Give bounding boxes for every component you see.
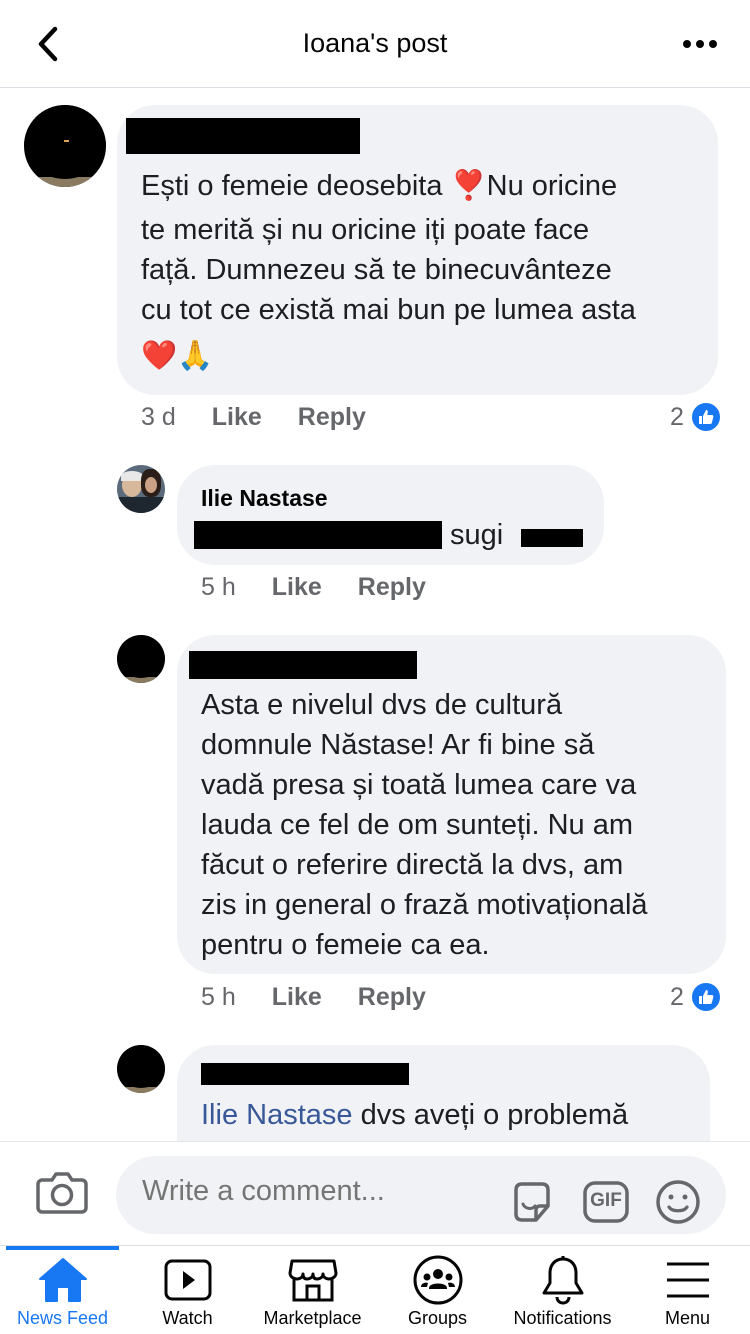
tab-marketplace[interactable]: Marketplace [250,1254,375,1334]
redacted-author-name [126,118,360,154]
tab-menu[interactable]: Menu [625,1254,750,1334]
avatar-ilie-nastase[interactable] [117,465,165,513]
comment-composer: GIF [0,1141,750,1245]
comment-actions: 3 d Like Reply [141,403,366,432]
comment-text: Asta e nivelul dvs de cultură domnule Nă… [201,689,648,961]
bottom-tab-bar: News Feed Watch Marketplace Groups Notif… [0,1245,750,1334]
tab-news-feed[interactable]: News Feed [0,1254,125,1334]
comment-bubble: Ilie Nastase dvs aveți o problemă [177,1045,710,1141]
redacted-text [194,521,442,549]
reply-button[interactable]: Reply [358,983,426,1012]
mention-link[interactable]: Ilie Nastase [201,1099,353,1131]
watch-icon [160,1254,216,1306]
bell-icon [535,1254,591,1306]
comment-author[interactable]: Ilie Nastase [201,485,328,512]
reaction-summary[interactable]: 2 [670,981,722,1013]
tab-label: Watch [162,1308,213,1328]
gif-label: GIF [590,1190,622,1211]
comment-actions: 5 h Like Reply [201,573,426,602]
redacted-author-name [189,651,417,679]
comment-bubble: Asta e nivelul dvs de cultură domnule Nă… [177,635,726,974]
comment-text: Ești o femeie deosebita ❣️Nu oricine te … [141,170,636,372]
marketplace-icon [285,1254,341,1306]
thumbs-up-icon [689,401,722,433]
sticker-icon [514,1182,550,1222]
tab-label: News Feed [16,1308,109,1328]
comment-timestamp: 5 h [201,573,236,601]
thumbs-up-icon [689,981,722,1013]
reply-button[interactable]: Reply [358,573,426,602]
avatar[interactable] [24,105,106,187]
comment-bubble: Ești o femeie deosebita ❣️Nu oricine te … [117,105,718,395]
camera-icon [36,1172,88,1214]
like-button[interactable]: Like [212,403,262,432]
tab-notifications[interactable]: Notifications [500,1254,625,1334]
redacted-text [521,529,583,547]
comment-actions: 5 h Like Reply [201,983,426,1012]
comment-text: Ilie Nastase dvs aveți o problemă [201,1099,629,1131]
home-icon [35,1254,91,1306]
comment-input[interactable] [142,1175,502,1208]
menu-icon [660,1254,716,1306]
comment-bubble: Ilie Nastase sugi [177,465,604,565]
comment-input-container[interactable]: GIF [116,1156,726,1234]
tab-groups[interactable]: Groups [375,1254,500,1334]
active-tab-indicator [6,1246,119,1250]
more-options-button[interactable] [672,22,728,66]
tab-label: Marketplace [263,1308,362,1328]
reaction-count: 2 [670,402,684,431]
tab-label: Groups [407,1308,468,1328]
emoji-button[interactable] [654,1178,702,1226]
sticker-button[interactable] [508,1178,556,1226]
comments-list: Ești o femeie deosebita ❣️Nu oricine te … [0,89,750,1141]
avatar[interactable] [117,1045,165,1093]
comment-text: sugi [450,519,504,551]
avatar[interactable] [117,635,165,683]
page-title: Ioana's post [302,28,448,58]
groups-icon [410,1254,466,1306]
more-horizontal-icon [683,40,717,48]
comment-timestamp: 3 d [141,403,176,431]
tab-label: Notifications [513,1308,612,1328]
emoji-icon [656,1180,700,1224]
like-button[interactable]: Like [272,573,322,602]
camera-button[interactable] [36,1170,92,1220]
comment-timestamp: 5 h [201,983,236,1011]
reaction-summary[interactable]: 2 [670,401,722,433]
tab-watch[interactable]: Watch [125,1254,250,1334]
top-bar: Ioana's post [0,0,750,88]
reply-button[interactable]: Reply [298,403,366,432]
reaction-count: 2 [670,982,684,1011]
gif-button[interactable]: GIF [582,1178,630,1226]
tab-label: Menu [664,1308,711,1328]
redacted-author-name [201,1063,409,1085]
like-button[interactable]: Like [272,983,322,1012]
